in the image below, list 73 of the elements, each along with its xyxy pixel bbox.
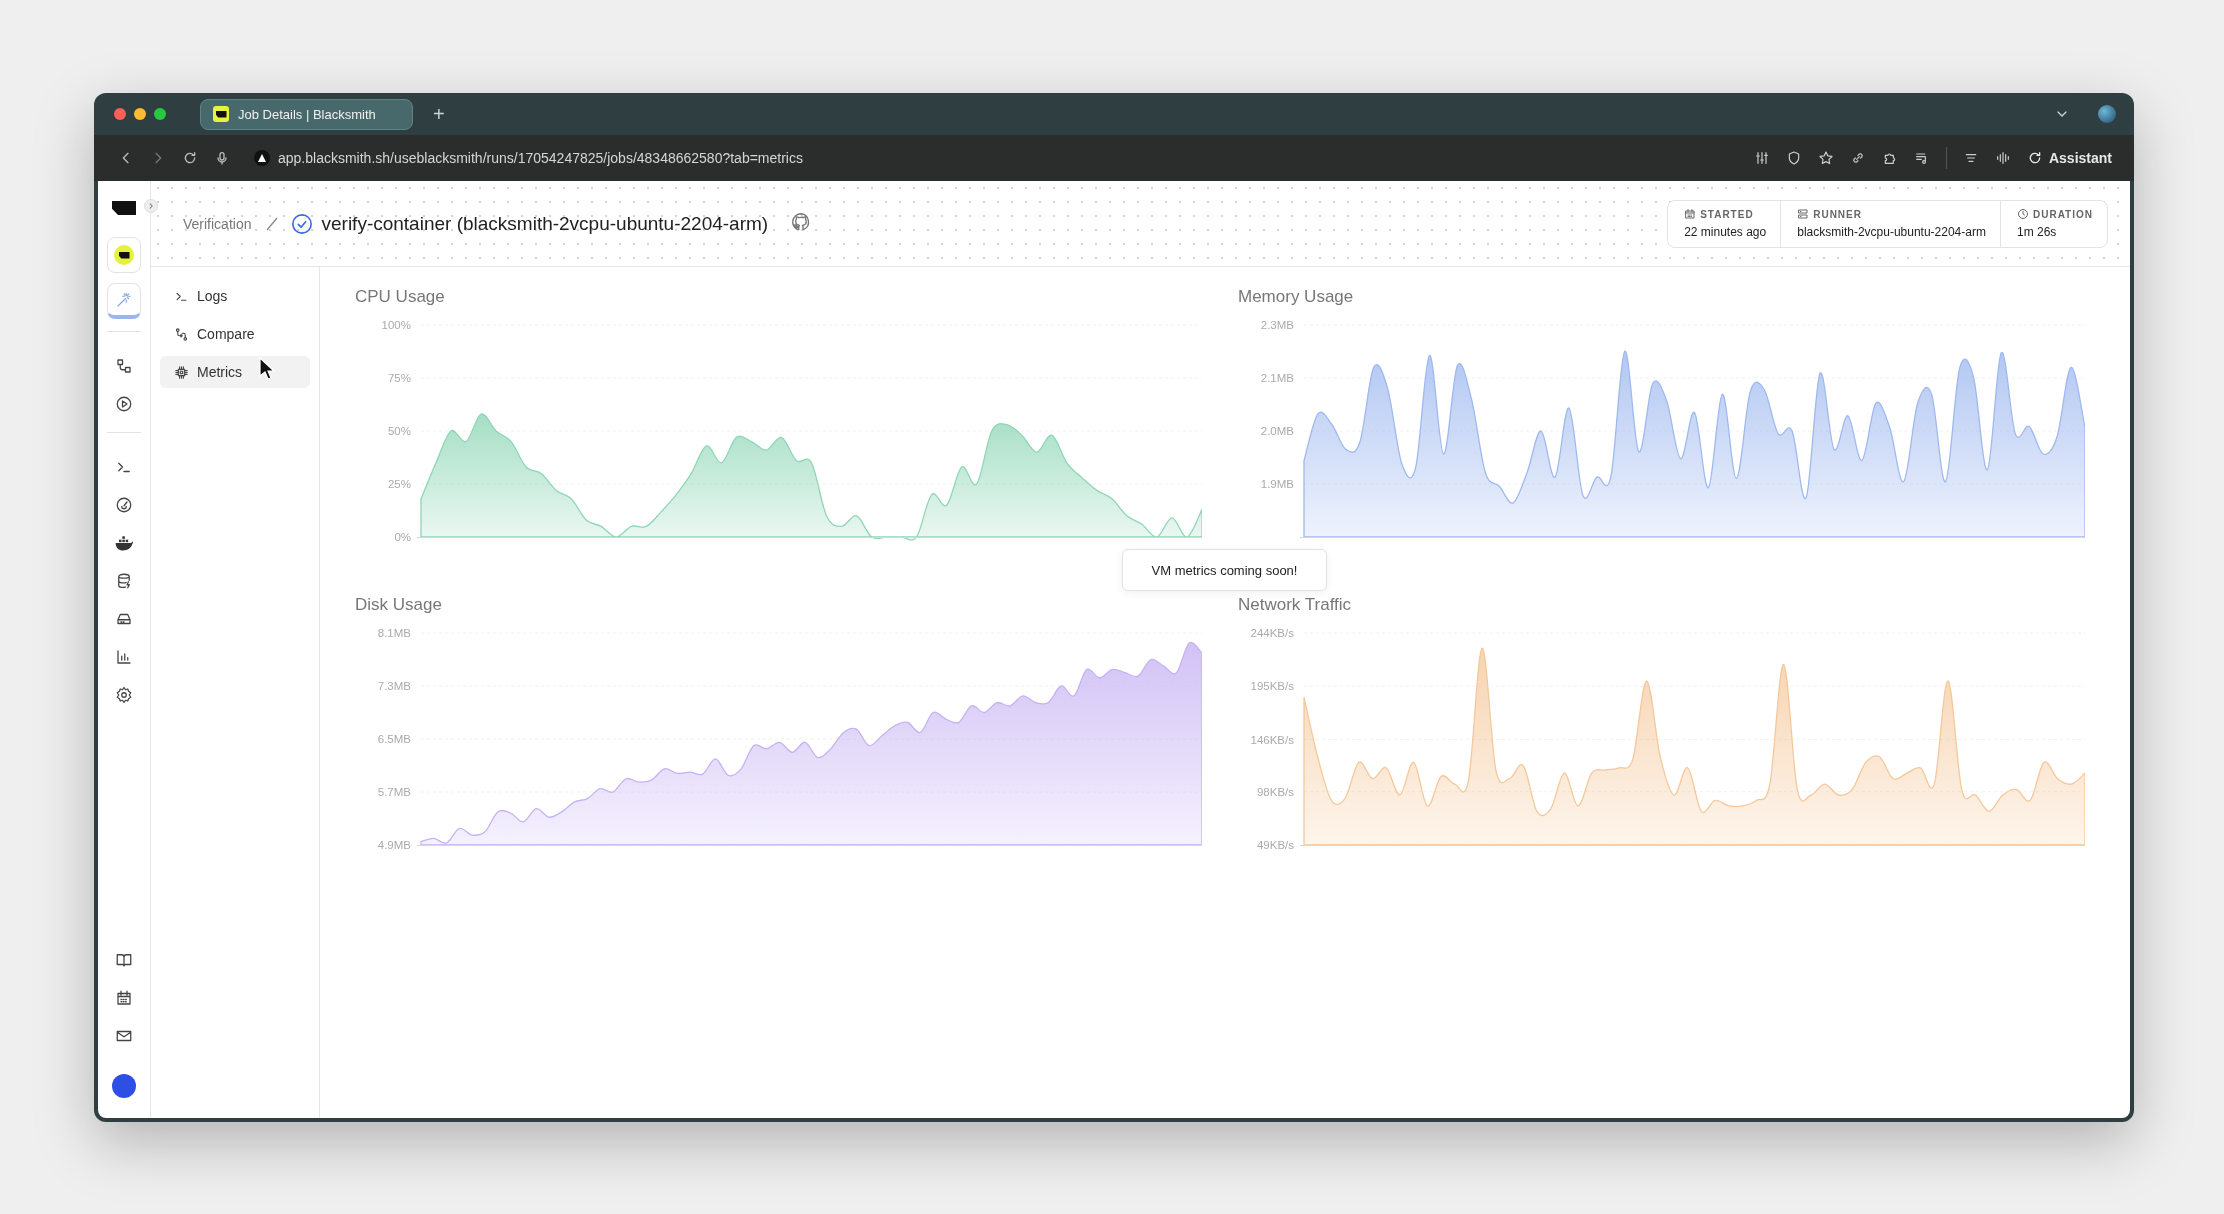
app-switcher[interactable] xyxy=(107,283,141,319)
workflow-icon[interactable] xyxy=(115,357,133,375)
play-icon[interactable] xyxy=(115,395,133,413)
site-icon xyxy=(254,150,270,166)
app-switcher[interactable] xyxy=(107,237,141,273)
server-icon xyxy=(1797,208,1810,220)
gauge-icon[interactable] xyxy=(115,496,133,514)
new-tab-button[interactable]: + xyxy=(433,102,445,126)
calendar-icon xyxy=(1684,208,1697,220)
cursor-icon xyxy=(259,357,275,381)
database-icon[interactable] xyxy=(115,572,133,590)
calendar-icon[interactable] xyxy=(115,989,133,1007)
info-label: STARTED xyxy=(1700,208,1754,220)
info-value: blacksmith-2vcpu-ubuntu-2204-arm xyxy=(1797,225,1986,239)
logo-icon xyxy=(114,245,134,265)
chart-title: Disk Usage xyxy=(355,595,443,615)
chip-icon xyxy=(174,364,189,380)
axis-label: 25% xyxy=(387,478,411,490)
axis-label: 1.9MB xyxy=(1260,478,1294,490)
reload-icon[interactable] xyxy=(182,150,198,166)
axis-label: 244KB/s xyxy=(1250,627,1294,639)
tooltip: VM metrics coming soon! xyxy=(1122,549,1327,591)
axis-label: 98KB/s xyxy=(1256,785,1294,798)
job-title: verify-container (blacksmith-2vcpu-ubuntu-2204-arm) xyxy=(321,212,769,235)
info-value: 22 minutes ago xyxy=(1684,225,1767,239)
close-button[interactable] xyxy=(114,108,126,120)
compare-icon xyxy=(174,326,189,342)
maximize-button[interactable] xyxy=(154,108,166,120)
waveform-icon[interactable] xyxy=(1994,150,2011,166)
minimize-button[interactable] xyxy=(134,108,146,120)
axis-label: 7.3MB xyxy=(377,680,411,692)
nav-item[interactable]: Compare xyxy=(160,318,310,350)
favicon-icon xyxy=(213,106,229,122)
wand-icon xyxy=(115,290,133,309)
whale-icon[interactable] xyxy=(114,534,134,552)
chart-title: Memory Usage xyxy=(1238,287,1355,307)
axis-label: 75% xyxy=(387,372,411,384)
axis-label: 100% xyxy=(381,319,411,331)
info-label: RUNNER xyxy=(1813,208,1862,220)
book-icon[interactable] xyxy=(115,951,133,969)
logo-icon[interactable] xyxy=(112,201,136,215)
axis-label: 5.7MB xyxy=(377,786,411,798)
url-field[interactable]: app.blacksmith.sh/useblacksmith/runs/17054247825/jobs/48348662580?tab=metrics xyxy=(278,150,803,166)
chart-title: CPU Usage xyxy=(355,287,446,307)
breadcrumb-link[interactable]: Verification xyxy=(183,215,252,232)
sliders-icon[interactable] xyxy=(1753,150,1770,166)
axis-label: 6.5MB xyxy=(377,733,411,745)
bar-chart-icon[interactable] xyxy=(115,648,133,666)
check-circle-icon xyxy=(291,212,314,235)
nav-item[interactable]: Logs xyxy=(160,280,310,312)
nav-item[interactable]: Metrics xyxy=(160,356,310,388)
axis-label: 2.3MB xyxy=(1260,319,1294,331)
axis-label: 50% xyxy=(387,425,411,437)
axis-label: 146KB/s xyxy=(1250,733,1294,746)
settings-icon[interactable] xyxy=(115,686,133,704)
axis-label: 8.1MB xyxy=(377,627,411,639)
axis-label: 195KB/s xyxy=(1250,680,1294,693)
axis-label: 49KB/s xyxy=(1256,839,1294,851)
profile-avatar[interactable] xyxy=(2098,105,2116,123)
browser-tab[interactable]: Job Details | Blacksmith xyxy=(200,98,413,130)
axis-label: 2.1MB xyxy=(1260,372,1294,384)
chart-title: Network Traffic xyxy=(1238,595,1353,615)
info-label: DURATION xyxy=(2032,208,2093,220)
slash-icon xyxy=(265,216,280,231)
microphone-icon[interactable] xyxy=(214,150,230,166)
user-avatar[interactable] xyxy=(112,1074,136,1098)
clock-icon xyxy=(2016,208,2029,220)
axis-label: 4.9MB xyxy=(377,839,411,851)
axis-label: 0% xyxy=(394,531,411,543)
star-icon[interactable] xyxy=(1817,150,1834,166)
info-value: 1m 26s xyxy=(2016,225,2058,239)
assistant-button[interactable]: Assistant xyxy=(2026,150,2112,166)
axis-label: 2.0MB xyxy=(1260,425,1294,437)
